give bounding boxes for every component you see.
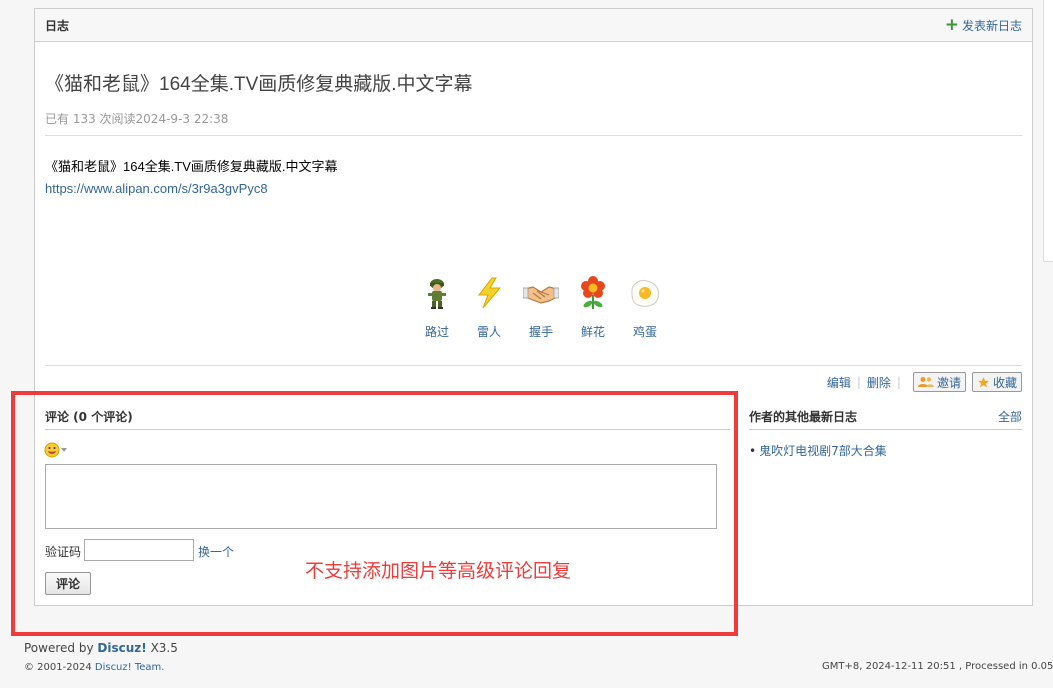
reaction-label: 路过 (424, 325, 449, 339)
reaction-handshake[interactable]: 握手 (515, 275, 567, 340)
handshake-icon (523, 286, 559, 304)
reaction-label: 鲜花 (580, 325, 605, 339)
other-posts-divider (749, 429, 1022, 430)
comment-divider (45, 429, 730, 430)
users-icon (917, 377, 934, 387)
panel-title: 日志 (45, 18, 70, 33)
reaction-pass[interactable]: 路过 (411, 275, 463, 340)
post-title: 《猫和老鼠》164全集.TV画质修复典藏版.中文字幕 (45, 74, 473, 95)
other-posts-all-link[interactable]: 全部 (998, 408, 1022, 425)
reaction-flower[interactable]: 鲜花 (567, 275, 619, 340)
post-actions: 编辑 | 删除 | 邀请 收藏 (827, 372, 1022, 392)
favorite-label: 收藏 (992, 375, 1017, 390)
reaction-egg[interactable]: 鸡蛋 (619, 275, 671, 340)
post-content-text: 《猫和老鼠》164全集.TV画质修复典藏版.中文字幕 (45, 159, 338, 174)
plus-icon: + (944, 14, 959, 35)
discuz-link[interactable]: Discuz! (97, 641, 146, 655)
flower-icon (581, 276, 605, 309)
soldier-icon (428, 279, 446, 309)
powered-version: X3.5 (150, 641, 178, 655)
favorite-button[interactable]: 收藏 (971, 372, 1022, 392)
annotation-text: 不支持添加图片等高级评论回复 (305, 560, 572, 582)
captcha-input[interactable] (84, 539, 194, 561)
new-post-label: 发表新日志 (961, 18, 1022, 33)
right-sidebar-edge (1043, 0, 1053, 262)
footer-status: GMT+8, 2024-12-11 20:51 , Processed in 0… (822, 661, 1053, 672)
smiley-icon (44, 442, 60, 458)
reaction-shock[interactable]: 雷人 (463, 275, 515, 340)
content-divider (45, 365, 1022, 366)
bullet: • (749, 444, 757, 458)
delete-link[interactable]: 删除 (867, 374, 891, 391)
invite-button[interactable]: 邀请 (912, 372, 966, 392)
panel-header: 日志 + 发表新日志 (35, 9, 1032, 42)
reaction-label: 雷人 (476, 325, 501, 339)
reaction-label: 鸡蛋 (632, 325, 657, 339)
other-post-link[interactable]: 鬼吹灯电视剧7部大合集 (759, 444, 887, 458)
chevron-down-icon (61, 448, 67, 452)
edit-link[interactable]: 编辑 (827, 374, 851, 391)
captcha-refresh-link[interactable]: 换一个 (198, 543, 234, 560)
captcha-label: 验证码 (45, 545, 82, 559)
comment-section-title: 评论 (0 个评论) (45, 410, 133, 424)
new-post-link[interactable]: + 发表新日志 (944, 14, 1022, 35)
other-posts-title: 作者的其他最新日志 (749, 410, 858, 424)
post-meta: 已有 133 次阅读2024-9-3 22:38 (45, 112, 229, 126)
blog-panel: 日志 + 发表新日志 《猫和老鼠》164全集.TV画质修复典藏版.中文字幕 已有… (34, 8, 1033, 606)
copyright-prefix: © 2001-2024 (24, 662, 92, 673)
separator: | (896, 375, 901, 389)
reaction-bar: 路过 雷人 握手 鲜花 鸡蛋 (411, 275, 671, 340)
egg-icon (631, 280, 660, 307)
discuz-team-link[interactable]: Discuz! Team. (95, 662, 165, 673)
reaction-label: 握手 (528, 325, 553, 339)
emoji-picker[interactable] (44, 442, 67, 458)
invite-label: 邀请 (936, 375, 961, 390)
star-icon (978, 376, 989, 387)
post-content-link[interactable]: https://www.alipan.com/s/3r9a3gvPyc8 (45, 181, 268, 196)
lightning-icon (477, 277, 502, 309)
comment-textarea[interactable] (45, 464, 717, 529)
footer-copyright: © 2001-2024 Discuz! Team. (24, 662, 164, 673)
footer-powered: Powered by Discuz! X3.5 (24, 641, 178, 655)
list-item: • 鬼吹灯电视剧7部大合集 (749, 442, 887, 459)
submit-comment-button[interactable]: 评论 (45, 572, 91, 595)
title-divider (45, 135, 1022, 136)
separator: | (856, 375, 861, 389)
powered-prefix: Powered by (24, 641, 94, 655)
